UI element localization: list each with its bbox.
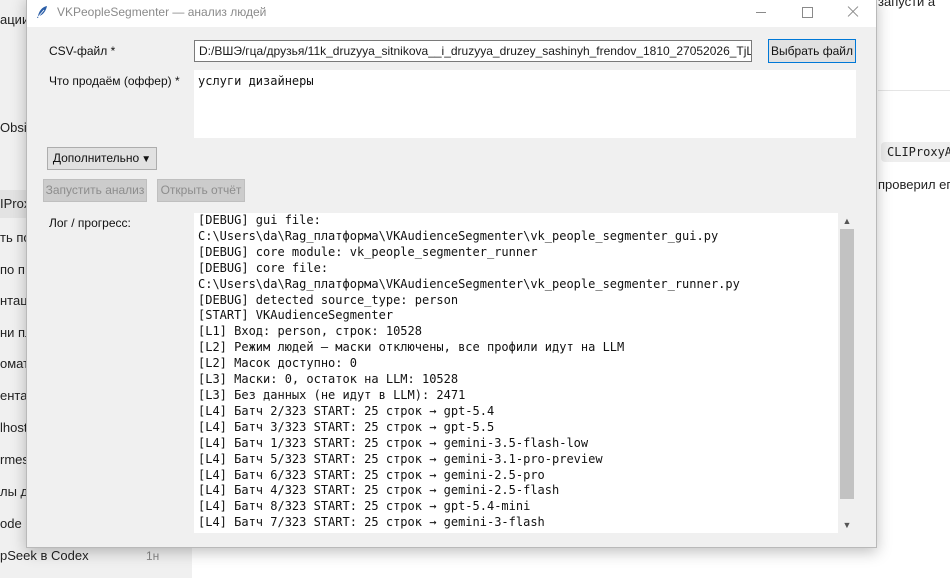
log-line: C:\Users\da\Rag_платформа\VKAudienceSegm… bbox=[198, 276, 740, 291]
log-scrollbar[interactable]: ▲ ▼ bbox=[838, 213, 856, 533]
background-sidebar-item: rmes bbox=[0, 452, 29, 467]
scrollbar-thumb[interactable] bbox=[840, 229, 854, 499]
log-line: [L4] Батч 1/323 START: 25 строк → gemini… bbox=[198, 435, 589, 450]
log-line: [DEBUG] core file: bbox=[198, 260, 329, 275]
background-sidebar-item: lhost bbox=[0, 420, 28, 435]
chevron-down-icon: ▼ bbox=[141, 154, 152, 165]
log-line: [L3] Без данных (не идут в LLM): 2471 bbox=[198, 387, 466, 402]
log-line: C:\Users\da\Rag_платформа\VKAudienceSegm… bbox=[198, 228, 719, 243]
log-line: [L4] Батч 8/323 START: 25 строк → gpt-5.… bbox=[198, 499, 531, 514]
background-message-text: проверил ег bbox=[878, 177, 950, 192]
feather-icon bbox=[37, 6, 47, 18]
advanced-toggle-button[interactable]: Дополнительно ▼ bbox=[47, 147, 157, 170]
background-sidebar-item: нтац bbox=[0, 293, 28, 308]
close-icon bbox=[847, 6, 859, 18]
background-code-chip: CLIProxyA bbox=[881, 142, 950, 162]
log-output[interactable]: [DEBUG] gui file: C:\Users\da\Rag_платфор… bbox=[194, 213, 856, 533]
window-title: VKPeopleSegmenter — анализ людей bbox=[57, 5, 267, 19]
log-line: [L4] Батч 6/323 START: 25 строк → gemini… bbox=[198, 467, 545, 482]
log-line: [L4] Батч 7/323 START: 25 строк → gemini… bbox=[198, 515, 545, 530]
minimize-icon bbox=[756, 11, 766, 13]
log-line: [DEBUG] gui file: bbox=[198, 213, 321, 227]
background-sidebar-item: омат bbox=[0, 356, 30, 371]
log-line: [L1] Вход: person, строк: 10528 bbox=[198, 324, 422, 339]
log-line: [DEBUG] detected source_type: person bbox=[198, 292, 459, 307]
title-bar[interactable]: VKPeopleSegmenter — анализ людей bbox=[27, 0, 876, 27]
background-sidebar-item: по п bbox=[0, 262, 25, 277]
background-sidebar-item: ode bbox=[0, 516, 22, 531]
log-line: [START] VKAudienceSegmenter bbox=[198, 308, 394, 323]
background-divider bbox=[878, 90, 950, 91]
app-window: VKPeopleSegmenter — анализ людей CSV-фай… bbox=[26, 0, 877, 548]
background-sidebar-item: Obsi bbox=[0, 120, 27, 135]
background-sidebar-item: ента bbox=[0, 388, 28, 403]
maximize-button[interactable] bbox=[784, 0, 830, 27]
background-sidebar-item: ации bbox=[0, 12, 30, 27]
maximize-icon bbox=[801, 6, 813, 18]
advanced-toggle-label: Дополнительно bbox=[52, 151, 140, 165]
log-label: Лог / прогресс: bbox=[49, 216, 131, 230]
log-line: [L2] Режим людей — маски отключены, все … bbox=[198, 340, 625, 355]
log-line: [L3] Маски: 0, остаток на LLM: 10528 bbox=[198, 372, 459, 387]
run-analysis-button[interactable]: Запустить анализ bbox=[43, 179, 147, 202]
csv-file-input[interactable]: D:/ВШЭ/гца/друзья/11k_druzyya_sitnikova_… bbox=[194, 40, 752, 62]
log-line: [L2] Масок доступно: 0 bbox=[198, 356, 357, 371]
log-line: [L4] Батч 5/323 START: 25 строк → gemini… bbox=[198, 451, 603, 466]
choose-file-button[interactable]: Выбрать файл bbox=[768, 39, 856, 63]
background-item-timestamp: 1н bbox=[146, 549, 160, 563]
log-line: [L4] Батч 3/323 START: 25 строк → gpt-5.… bbox=[198, 419, 495, 434]
background-top-text: запусти a bbox=[878, 0, 936, 9]
log-line: [L4] Батч 4/323 START: 25 строк → gemini… bbox=[198, 483, 560, 498]
offer-textarea[interactable]: услуги дизайнеры bbox=[194, 70, 856, 138]
close-button[interactable] bbox=[830, 0, 876, 27]
csv-file-label: CSV-файл * bbox=[49, 44, 116, 58]
offer-label: Что продаём (оффер) * bbox=[49, 74, 180, 88]
minimize-button[interactable] bbox=[738, 0, 784, 27]
scroll-down-icon[interactable]: ▼ bbox=[841, 518, 853, 532]
scroll-up-icon[interactable]: ▲ bbox=[841, 214, 853, 228]
open-report-button[interactable]: Открыть отчёт bbox=[157, 179, 245, 202]
log-line: [L4] Батч 2/323 START: 25 строк → gpt-5.… bbox=[198, 403, 495, 418]
background-sidebar-item: pSeek в Codex bbox=[0, 548, 89, 563]
background-sidebar-item: лы д bbox=[0, 484, 29, 499]
log-line: [DEBUG] core module: vk_people_segmenter… bbox=[198, 244, 538, 259]
